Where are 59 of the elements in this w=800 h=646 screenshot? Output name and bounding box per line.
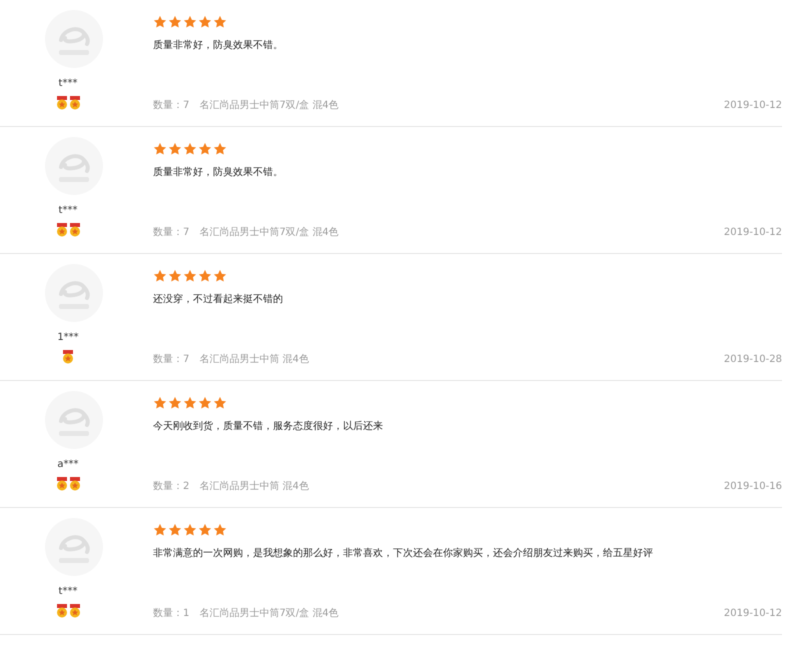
medal-icon — [56, 223, 68, 237]
quantity-label: 数量：7 — [153, 353, 190, 366]
quantity-label: 数量：7 — [153, 226, 190, 239]
username: 1*** — [57, 332, 79, 343]
review-date: 2019-10-12 — [724, 100, 782, 110]
star-icon — [183, 523, 197, 537]
username: t*** — [58, 586, 78, 597]
review-date: 2019-10-12 — [724, 608, 782, 618]
medal-icon — [68, 477, 80, 491]
medal-icon — [68, 96, 80, 110]
star-icon — [213, 396, 227, 410]
star-icon — [153, 15, 167, 29]
star-icon — [198, 15, 212, 29]
quantity-label: 数量：1 — [153, 607, 190, 620]
review-text: 非常满意的一次网购，是我想象的那么好，非常喜欢，下次还会在你家购买，还会介绍朋友过来购买，给五星好评 — [153, 546, 654, 560]
star-icon — [183, 396, 197, 410]
star-icon — [168, 15, 182, 29]
medal-icon — [56, 96, 68, 110]
review-text: 质量非常好，防臭效果不错。 — [153, 38, 284, 52]
star-icon — [168, 396, 182, 410]
star-icon — [153, 396, 167, 410]
star-icon — [198, 142, 212, 156]
review-text: 还没穿，不过看起来挺不错的 — [153, 292, 284, 306]
review-date: 2019-10-12 — [724, 226, 782, 238]
product-spec: 名汇尚品男士中筒7双/盒 混4色 — [199, 98, 339, 112]
star-icon — [198, 396, 212, 410]
star-icon — [168, 269, 182, 283]
product-spec: 名汇尚品男士中筒 混4色 — [199, 480, 309, 493]
star-icon — [213, 142, 227, 156]
medal-icon — [56, 604, 68, 618]
review-date: 2019-10-16 — [724, 480, 782, 492]
medal-icon — [56, 477, 68, 491]
star-icon — [153, 142, 167, 156]
star-icon — [198, 523, 212, 537]
review-date: 2019-10-28 — [724, 354, 782, 364]
star-icon — [168, 142, 182, 156]
username: t*** — [58, 78, 78, 89]
review-text: 质量非常好，防臭效果不错。 — [153, 166, 284, 179]
star-icon — [213, 269, 227, 283]
product-spec: 名汇尚品男士中筒7双/盒 混4色 — [199, 226, 339, 239]
username: t*** — [58, 205, 78, 216]
star-icon — [183, 15, 197, 29]
star-icon — [183, 269, 197, 283]
medal-icon — [62, 350, 74, 364]
star-icon — [183, 142, 197, 156]
star-icon — [168, 523, 182, 537]
star-icon — [153, 269, 167, 283]
product-spec: 名汇尚品男士中筒7双/盒 混4色 — [199, 606, 339, 620]
star-icon — [153, 523, 167, 537]
star-icon — [213, 523, 227, 537]
review-text: 今天刚收到货，质量不错，服务态度很好，以后还来 — [153, 420, 384, 433]
medal-icon — [68, 223, 80, 237]
quantity-label: 数量：7 — [153, 99, 190, 112]
quantity-label: 数量：2 — [153, 480, 190, 493]
star-icon — [198, 269, 212, 283]
username: a*** — [57, 459, 79, 470]
medal-icon — [68, 604, 80, 618]
star-icon — [213, 15, 227, 29]
product-spec: 名汇尚品男士中筒 混4色 — [199, 352, 309, 366]
